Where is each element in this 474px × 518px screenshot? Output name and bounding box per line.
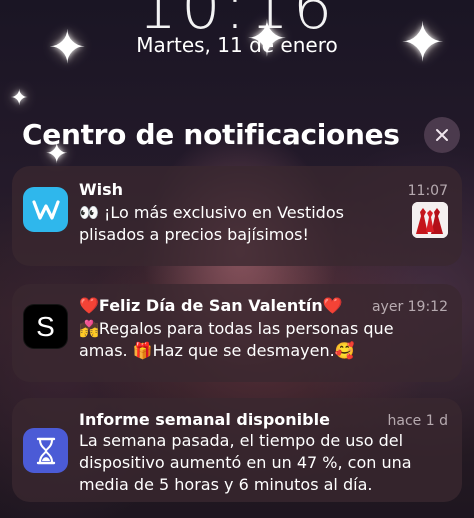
notification-app-name: Wish	[79, 180, 124, 199]
notification-app-name: Informe semanal disponible	[79, 410, 330, 429]
notification-time: ayer 19:12	[371, 299, 448, 315]
notification-wish[interactable]: Wish 11:07 👀 ¡Lo más exclusivo en Vestid…	[12, 166, 462, 266]
notification-center-title: Centro de notificaciones	[22, 118, 400, 151]
notification-header: Wish 11:07	[79, 180, 448, 199]
notification-valentine[interactable]: S ❤️Feliz Día de San Valentín❤️ ayer 19:…	[12, 284, 462, 382]
notification-time: 11:07	[407, 183, 448, 199]
notification-app-name: ❤️Feliz Día de San Valentín❤️	[79, 296, 343, 315]
notification-body: La semana pasada, el tiempo de uso del d…	[79, 431, 412, 494]
close-icon	[436, 129, 448, 141]
sparkle-decoration: ✦	[10, 86, 29, 111]
notification-time: hace 1 d	[387, 413, 448, 429]
red-dress-thumbnail	[412, 202, 448, 238]
notification-screen-time[interactable]: Informe semanal disponible hace 1 d La s…	[12, 398, 462, 502]
lockscreen-date: Martes, 11 de enero	[136, 33, 338, 57]
notification-header: ❤️Feliz Día de San Valentín❤️ ayer 19:12	[79, 296, 448, 315]
hourglass-icon	[23, 428, 68, 473]
shein-s-letter: S	[36, 310, 55, 342]
shein-s-icon: S	[23, 304, 68, 349]
notification-body: 💏Regalos para todas las personas que ama…	[79, 319, 394, 360]
close-button[interactable]	[424, 117, 460, 153]
notification-body: 👀 ¡Lo más exclusivo en Vestidos plisados…	[79, 203, 344, 244]
notification-header: Informe semanal disponible hace 1 d	[79, 410, 448, 429]
wish-icon	[23, 187, 68, 232]
